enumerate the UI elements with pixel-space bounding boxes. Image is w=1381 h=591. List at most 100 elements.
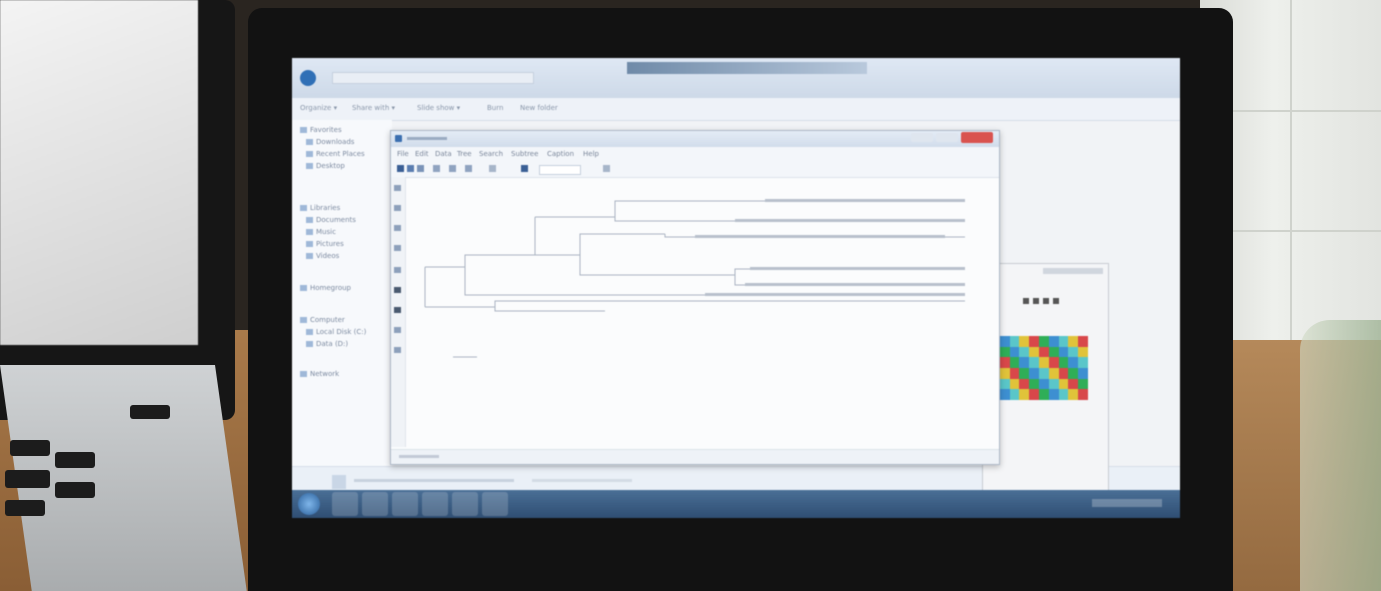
system-tray[interactable] — [1092, 499, 1162, 507]
nav-item[interactable]: Network — [300, 370, 339, 378]
folder-icon — [306, 151, 313, 157]
menu-file[interactable]: File — [397, 150, 409, 158]
alignment-cell — [1009, 378, 1020, 390]
alignment-cell — [1078, 357, 1088, 368]
nav-item[interactable]: Local Disk (C:) — [306, 328, 366, 336]
alignment-cell — [1009, 389, 1020, 400]
alignment-cell — [1039, 357, 1049, 368]
flip-subtree-icon[interactable] — [394, 267, 401, 273]
menu-help[interactable]: Help — [583, 150, 599, 158]
toolbar-icon[interactable] — [1023, 298, 1029, 304]
menu-search[interactable]: Search — [479, 150, 503, 158]
status-text-placeholder — [532, 479, 632, 482]
tree-branch — [534, 216, 615, 256]
alignment-cell — [1039, 368, 1049, 379]
alignment-cell — [1068, 389, 1079, 400]
menu-caption[interactable]: Caption — [547, 150, 574, 158]
nav-item[interactable]: Favorites — [300, 126, 342, 134]
color-icon[interactable] — [394, 287, 401, 293]
toolbar-icon[interactable] — [1033, 298, 1039, 304]
collapse-icon[interactable] — [394, 245, 401, 251]
toolbar-item[interactable]: Share with ▾ — [352, 104, 395, 112]
second-laptop-display — [0, 0, 198, 345]
menu-data[interactable]: Data — [435, 150, 452, 158]
scale-dropdown[interactable] — [539, 165, 581, 175]
address-bar[interactable] — [332, 72, 534, 84]
tree-branch — [494, 300, 965, 312]
explorer-icon[interactable] — [332, 492, 358, 516]
back-button[interactable] — [300, 70, 316, 86]
status-text-placeholder — [399, 455, 439, 458]
alignment-cell — [999, 368, 1010, 379]
tree-branch — [734, 268, 965, 286]
minimize-button[interactable] — [911, 133, 933, 142]
chrome-icon[interactable] — [392, 492, 418, 516]
root-icon[interactable] — [394, 225, 401, 231]
alignment-cell — [1048, 368, 1059, 379]
tree-status-bar — [391, 449, 999, 464]
save-icon[interactable] — [397, 165, 404, 172]
alignment-cell — [1078, 389, 1088, 400]
marker-icon[interactable] — [394, 307, 401, 313]
window-icon[interactable] — [482, 492, 508, 516]
search-icon[interactable] — [603, 165, 610, 172]
nav-item[interactable]: Downloads — [306, 138, 354, 146]
nav-item[interactable]: Videos — [306, 252, 339, 260]
toolbar-item[interactable]: New folder — [520, 104, 558, 112]
layout-icon[interactable] — [433, 165, 440, 172]
info-icon[interactable] — [394, 347, 401, 353]
alignment-cell — [1019, 336, 1030, 347]
menu-tree[interactable]: Tree — [457, 150, 472, 158]
alignment-cell — [1019, 346, 1030, 358]
pointer-icon[interactable] — [394, 185, 401, 191]
leaf-label — [750, 267, 965, 270]
folder-icon — [306, 139, 313, 145]
desktop-icon — [306, 163, 313, 169]
keyboard-key — [55, 452, 95, 468]
alignment-cell — [1019, 357, 1030, 368]
alignment-cell — [999, 389, 1010, 400]
media-icon[interactable] — [362, 492, 388, 516]
folder-icon[interactable] — [422, 492, 448, 516]
alignment-cell — [1078, 368, 1088, 379]
zoom-icon[interactable] — [449, 165, 456, 172]
alignment-cell — [1019, 368, 1030, 379]
leaf-label — [705, 293, 965, 296]
maximize-button[interactable] — [936, 133, 958, 142]
taskbar — [292, 490, 1180, 518]
nav-item[interactable]: Pictures — [306, 240, 344, 248]
subtree-icon[interactable] — [521, 165, 528, 172]
document-icon — [306, 217, 313, 223]
viewer-window-controls[interactable] — [1043, 268, 1103, 274]
flip-icon[interactable] — [489, 165, 496, 172]
label-icon[interactable] — [394, 327, 401, 333]
nav-item[interactable]: Computer — [300, 316, 345, 324]
menu-edit[interactable]: Edit — [415, 150, 429, 158]
start-orb[interactable] — [298, 493, 320, 515]
copy-icon[interactable] — [417, 165, 424, 172]
alignment-cell — [1029, 389, 1039, 400]
close-button[interactable] — [961, 132, 993, 143]
alignment-cell — [1029, 336, 1039, 347]
toolbar-item[interactable]: Organize ▾ — [300, 104, 337, 112]
toolbar-item[interactable]: Slide show ▾ — [417, 104, 460, 112]
alignment-cell — [1048, 336, 1059, 347]
swap-icon[interactable] — [394, 205, 401, 211]
nav-item[interactable]: Desktop — [306, 162, 345, 170]
toolbar-icon[interactable] — [1043, 298, 1049, 304]
nav-item[interactable]: Recent Places — [306, 150, 365, 158]
nav-item[interactable]: Homegroup — [300, 284, 351, 292]
alignment-cell — [1048, 357, 1059, 368]
mega-icon[interactable] — [452, 492, 478, 516]
nav-item[interactable]: Libraries — [300, 204, 340, 212]
menu-subtree[interactable]: Subtree — [511, 150, 538, 158]
toolbar-icon[interactable] — [1053, 298, 1059, 304]
toolbar-item[interactable]: Burn — [487, 104, 503, 112]
print-icon[interactable] — [407, 165, 414, 172]
library-icon — [300, 205, 307, 211]
nav-item[interactable]: Data (D:) — [306, 340, 348, 348]
star-icon — [300, 127, 307, 133]
nav-item[interactable]: Music — [306, 228, 336, 236]
nav-item[interactable]: Documents — [306, 216, 356, 224]
rotate-icon[interactable] — [465, 165, 472, 172]
